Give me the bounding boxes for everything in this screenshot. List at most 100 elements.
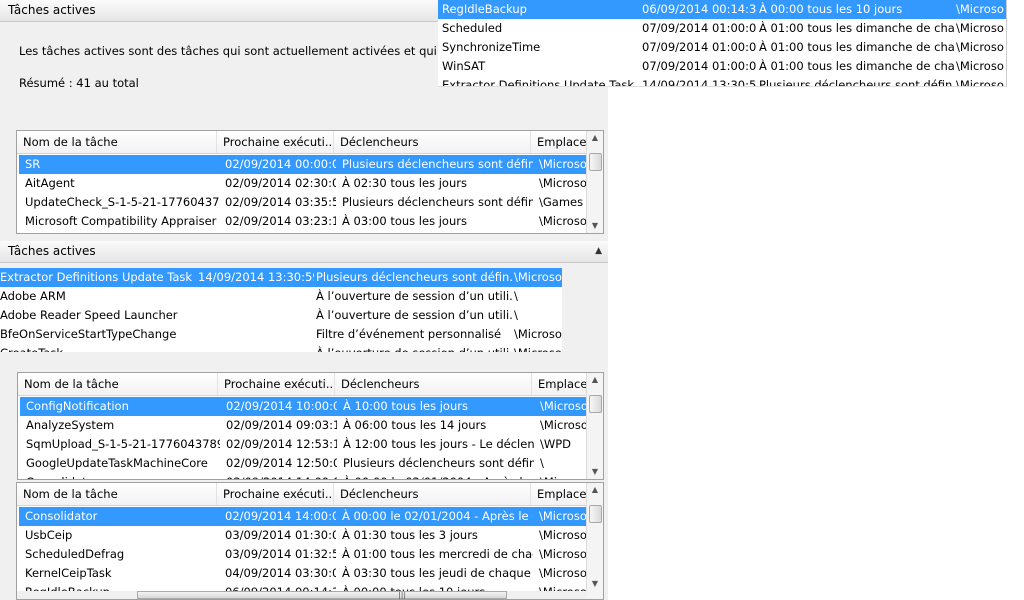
- table-cell: SqmUpload_S-1-5-21-1776043789-...: [26, 437, 220, 451]
- table-cell: 07/09/2014 01:00:00: [642, 59, 757, 73]
- tasks-grid-3[interactable]: Nom de la tâche Prochaine exécuti... Décle…: [16, 482, 604, 600]
- table-cell: 02/09/2014 12:53:17: [226, 437, 337, 451]
- scroll-thumb[interactable]: [589, 505, 602, 523]
- column-header-0[interactable]: Nom de la tâche: [17, 483, 217, 505]
- table-row[interactable]: Consolidator02/09/2014 14:00:00À 00:00 l…: [19, 507, 587, 526]
- table-cell: À 01:30 tous les 3 jours: [342, 528, 478, 542]
- horizontal-scroll-thumb[interactable]: |||: [137, 591, 507, 599]
- table-cell: [198, 325, 314, 344]
- table-cell: 03/09/2014 01:32:50: [225, 547, 336, 561]
- horizontal-scrollbar[interactable]: |||: [17, 591, 587, 599]
- table-cell: À 01:00 tous les dimanche de cha...: [759, 21, 954, 35]
- tasks-grid-2[interactable]: Nom de la tâche Prochaine exécuti... Décle…: [17, 372, 604, 480]
- column-header-row: Nom de la tâche Prochaine exécuti... Décle…: [17, 131, 603, 154]
- table-cell: Scheduled: [442, 21, 503, 35]
- table-cell: \Microso: [514, 344, 562, 352]
- table-row[interactable]: BfeOnServiceStartTypeChange Filtre d’évén…: [0, 325, 562, 344]
- table-row[interactable]: WinSAT 07/09/2014 01:00:00 À 01:00 tous le…: [438, 57, 1006, 76]
- table-cell: Consolidator: [20, 473, 220, 479]
- table-cell: 14/09/2014 13:30:59: [198, 270, 314, 284]
- table-row[interactable]: Consolidator02/09/2014 14:00:00À 00:00 l…: [20, 473, 588, 479]
- table-cell: À 10:00 tous les jours: [343, 399, 468, 413]
- column-header-2[interactable]: Déclencheurs: [334, 131, 531, 153]
- table-cell: BfeOnServiceStartTypeChange: [0, 327, 177, 341]
- table-cell: \: [514, 289, 518, 303]
- table-cell: Plusieurs déclencheurs sont défin...: [759, 78, 954, 87]
- table-row[interactable]: SynchronizeTime 07/09/2014 01:00:00 À 01:0…: [438, 38, 1006, 57]
- column-header-2[interactable]: Déclencheurs: [334, 483, 531, 505]
- scroll-up-icon[interactable]: ▲: [587, 483, 603, 497]
- table-row[interactable]: Microsoft Compatibility Appraiser 02/09/2…: [19, 212, 587, 231]
- table-row[interactable]: RegIdleBackup 06/09/2014 00:14:34À 00:00 …: [438, 0, 1006, 19]
- table-row[interactable]: Adobe ARM À l’ouverture de session d’un u…: [0, 287, 562, 306]
- table-cell: À 03:30 tous les jeudi de chaque s...: [342, 566, 533, 580]
- table-row[interactable]: Scheduled 07/09/2014 01:00:00 À 01:00 tous…: [438, 19, 1006, 38]
- table-cell: \Microso: [956, 78, 1004, 87]
- column-header-2[interactable]: Déclencheurs: [335, 373, 532, 395]
- column-header-0[interactable]: Nom de la tâche: [18, 373, 218, 395]
- table-row[interactable]: ConfigNotification02/09/2014 10:00:00À 1…: [20, 397, 588, 416]
- scroll-down-icon[interactable]: ▼: [587, 465, 603, 479]
- table-row[interactable]: AitAgent 02/09/2014 02:30:00 À 02:30 tous …: [19, 174, 587, 193]
- column-header-1[interactable]: Prochaine exécuti...: [217, 131, 334, 153]
- column-header-1[interactable]: Prochaine exécuti...: [218, 373, 335, 395]
- table-row[interactable]: SR 02/09/2014 00:00:00 Plusieurs déclenche…: [19, 155, 587, 174]
- table-cell: À 00:00 le 02/01/2004 - Après le d...: [342, 509, 533, 523]
- column-header-row: Nom de la tâche Prochaine exécuti... Décle…: [17, 483, 603, 506]
- table-row[interactable]: GoogleUpdateTaskMachineCore 02/09/2014 12…: [20, 454, 588, 473]
- scroll-thumb[interactable]: [589, 395, 602, 413]
- table-cell: À 12:00 tous les jours - Le déclenc...: [343, 437, 534, 451]
- table-row[interactable]: Extractor Definitions Update Task 14/09/2…: [0, 268, 562, 287]
- scroll-down-icon[interactable]: ▼: [587, 219, 603, 233]
- table-cell: 02/09/2014 12:50:00: [226, 456, 337, 470]
- table-cell: Extractor Definitions Update Task: [0, 270, 193, 284]
- table-cell: UpdateCheck_S-1-5-21-177604378...: [25, 195, 219, 209]
- table-cell: 02/09/2014 03:35:50: [225, 195, 336, 209]
- tasks-grid-1[interactable]: Nom de la tâche Prochaine exécuti... Décle…: [16, 130, 604, 234]
- table-row[interactable]: ScheduledDefrag 03/09/2014 01:32:50 À 01:0…: [19, 545, 587, 564]
- floating-task-list-top[interactable]: RegIdleBackup 06/09/2014 00:14:34 À 00:00 …: [438, 0, 1007, 87]
- table-cell: 02/09/2014 14:00:00: [220, 473, 337, 479]
- table-row[interactable]: CreateTask À l’ouverture de session d’un …: [0, 344, 562, 352]
- table-cell: Plusieurs déclencheurs sont défin...: [343, 456, 534, 470]
- active-tasks-title: Tâches actives: [8, 3, 96, 17]
- table-cell: Adobe Reader Speed Launcher: [0, 308, 178, 322]
- vertical-scrollbar[interactable]: ▲ ▼: [586, 373, 603, 479]
- table-cell: AitAgent: [25, 176, 75, 190]
- table-row[interactable]: UpdateCheck_S-1-5-21-177604378... 02/09/2…: [19, 193, 587, 212]
- table-cell: CreateTask: [0, 344, 196, 352]
- collapse-arrow-icon[interactable]: ▲: [595, 241, 602, 261]
- table-cell: À 10:00 tous les jours: [336, 231, 533, 233]
- table-row[interactable]: ConfigNotification02/09/2014 10:00:00À 1…: [19, 231, 587, 233]
- table-row[interactable]: UsbCeip 03/09/2014 01:30:00 À 01:30 tous l…: [19, 526, 587, 545]
- table-cell: RegIdleBackup: [442, 2, 527, 16]
- scroll-thumb[interactable]: [589, 153, 602, 171]
- scroll-up-icon[interactable]: ▲: [587, 131, 603, 145]
- table-row[interactable]: AnalyzeSystem 02/09/2014 09:03:17 À 06:00 …: [20, 416, 588, 435]
- table-cell: [198, 287, 314, 306]
- active-tasks-title-2: Tâches actives: [8, 244, 96, 258]
- vertical-scrollbar[interactable]: ▲ ▼: [586, 131, 603, 233]
- table-cell: 06/09/2014 00:14:34: [642, 2, 757, 16]
- table-cell: À l’ouverture de session d’un utili...: [316, 308, 512, 322]
- floating-task-list-mid[interactable]: Extractor Definitions Update Task 14/09/2…: [0, 268, 562, 352]
- scroll-up-icon[interactable]: ▲: [587, 373, 603, 387]
- table-cell: À 02:30 tous les jours: [342, 176, 467, 190]
- table-cell: À l’ouverture de session d’un utili...: [316, 289, 512, 303]
- active-tasks-header-2[interactable]: Tâches actives ▲: [0, 241, 608, 263]
- column-header-0[interactable]: Nom de la tâche: [17, 131, 217, 153]
- table-cell: [198, 344, 314, 352]
- scroll-down-icon[interactable]: ▼: [587, 577, 603, 591]
- table-row[interactable]: Extractor Definitions Update Task 14/09/2…: [438, 76, 1006, 87]
- table-row[interactable]: KernelCeipTask 04/09/2014 03:30:00 À 03:30…: [19, 564, 587, 583]
- vertical-scrollbar[interactable]: ▲ ▼: [586, 483, 603, 599]
- table-cell: AnalyzeSystem: [26, 418, 115, 432]
- table-cell: 02/09/2014 00:00:00: [225, 157, 336, 171]
- column-header-1[interactable]: Prochaine exécuti...: [217, 483, 334, 505]
- table-cell: ConfigNotification: [19, 231, 219, 233]
- table-cell: À l’ouverture de session d’un utili...: [316, 344, 512, 352]
- table-row[interactable]: Adobe Reader Speed Launcher À l’ouverture…: [0, 306, 562, 325]
- table-row[interactable]: SqmUpload_S-1-5-21-1776043789-... 02/09/2…: [20, 435, 588, 454]
- table-cell: Extractor Definitions Update Task: [442, 78, 635, 87]
- table-cell: \Microso: [956, 40, 1004, 54]
